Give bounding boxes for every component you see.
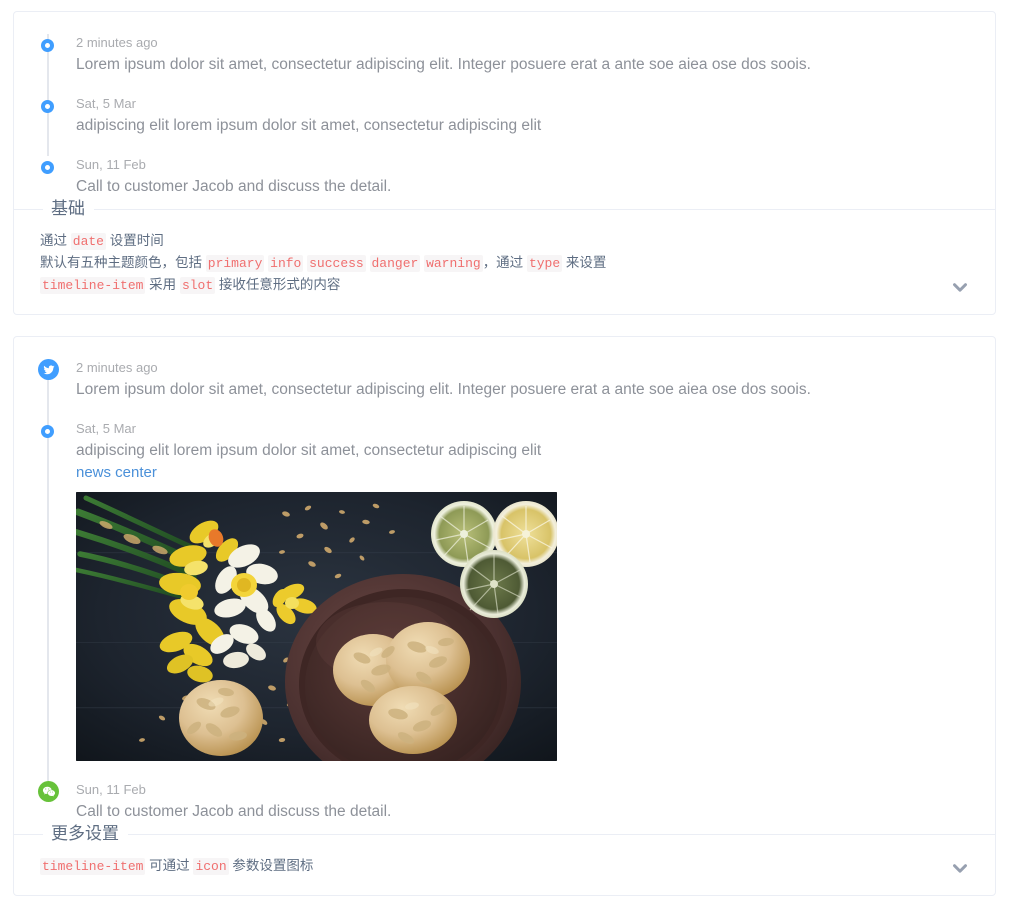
- ring-node-icon: [41, 39, 54, 52]
- chevron-down-icon[interactable]: [949, 857, 971, 879]
- timeline-timestamp: Sat, 5 Mar: [76, 421, 136, 436]
- wechat-icon: [38, 781, 59, 802]
- inline-code: info: [268, 255, 304, 272]
- custom-icon-timeline-card: 2 minutes ago Lorem ipsum dolor sit amet,…: [13, 336, 996, 896]
- timeline-timestamp: Sun, 11 Feb: [76, 157, 146, 172]
- timeline-content: adipiscing elit lorem ipsum dolor sit am…: [76, 117, 542, 134]
- description-line: 通过 date 设置时间: [40, 233, 164, 250]
- description-line: timeline-item 可通过 icon 参数设置图标: [40, 858, 314, 875]
- timeline-content: Lorem ipsum dolor sit amet, consectetur …: [76, 56, 811, 73]
- timeline: 2 minutes ago Lorem ipsum dolor sit amet,…: [38, 34, 971, 201]
- chevron-down-icon[interactable]: [949, 276, 971, 298]
- description-body: timeline-item 可通过 icon 参数设置图标: [14, 835, 995, 895]
- timeline-timestamp: Sat, 5 Mar: [76, 96, 136, 111]
- timeline-item: 2 minutes ago Lorem ipsum dolor sit amet,…: [38, 34, 971, 95]
- inline-code: primary: [205, 255, 265, 272]
- card-body: 2 minutes ago Lorem ipsum dolor sit amet,…: [14, 12, 995, 209]
- timeline-tail: [47, 420, 49, 781]
- timeline-content: Call to customer Jacob and discuss the d…: [76, 178, 392, 195]
- ring-node-icon: [41, 161, 54, 174]
- inline-code: date: [70, 233, 106, 250]
- card-body: 2 minutes ago Lorem ipsum dolor sit amet,…: [14, 337, 995, 834]
- timeline-timestamp: 2 minutes ago: [76, 35, 158, 50]
- timeline-content: Call to customer Jacob and discuss the d…: [76, 803, 392, 820]
- ring-node-icon: [41, 100, 54, 113]
- inline-code: icon: [193, 858, 229, 875]
- timeline-item: Sun, 11 Feb Call to customer Jacob and di…: [38, 781, 971, 826]
- timeline-content: adipiscing elit lorem ipsum dolor sit am…: [76, 442, 542, 459]
- timeline-item: Sat, 5 Mar adipiscing elit lorem ipsum do…: [38, 420, 971, 781]
- inline-code: warning: [424, 255, 483, 272]
- inline-code: slot: [179, 277, 216, 294]
- inline-code: danger: [369, 255, 421, 272]
- twitter-icon: [38, 359, 59, 380]
- description-body: 通过 date 设置时间默认有五种主题颜色，包括 primary info su…: [14, 210, 995, 314]
- inline-code: timeline-item: [40, 858, 146, 875]
- description-line: 默认有五种主题颜色，包括 primary info success danger…: [40, 255, 607, 272]
- timeline-timestamp: 2 minutes ago: [76, 360, 158, 375]
- timeline-photo: [76, 492, 557, 761]
- page-root: 2 minutes ago Lorem ipsum dolor sit amet,…: [0, 0, 1009, 914]
- inline-code: timeline-item: [40, 277, 146, 294]
- ring-node-icon: [41, 425, 54, 438]
- timeline-item: Sat, 5 Mar adipiscing elit lorem ipsum do…: [38, 95, 971, 156]
- timeline-link[interactable]: news center: [76, 462, 971, 483]
- inline-code: success: [307, 255, 366, 272]
- description-section: 更多设置 timeline-item 可通过 icon 参数设置图标: [14, 822, 995, 895]
- description-section: 基础 通过 date 设置时间 默认有五种主题颜色，包括 primary info …: [14, 197, 995, 314]
- timeline: 2 minutes ago Lorem ipsum dolor sit amet,…: [38, 359, 971, 826]
- description-line: timeline-item 采用 slot 接收任意形式的内容: [40, 277, 341, 294]
- basic-timeline-card: 2 minutes ago Lorem ipsum dolor sit amet,…: [13, 11, 996, 315]
- timeline-item: 2 minutes ago Lorem ipsum dolor sit amet,…: [38, 359, 971, 420]
- timeline-timestamp: Sun, 11 Feb: [76, 782, 146, 797]
- inline-code: type: [526, 255, 563, 272]
- cards-container: 2 minutes ago Lorem ipsum dolor sit amet,…: [13, 11, 996, 896]
- timeline-content: Lorem ipsum dolor sit amet, consectetur …: [76, 381, 811, 398]
- timeline-item: Sun, 11 Feb Call to customer Jacob and di…: [38, 156, 971, 201]
